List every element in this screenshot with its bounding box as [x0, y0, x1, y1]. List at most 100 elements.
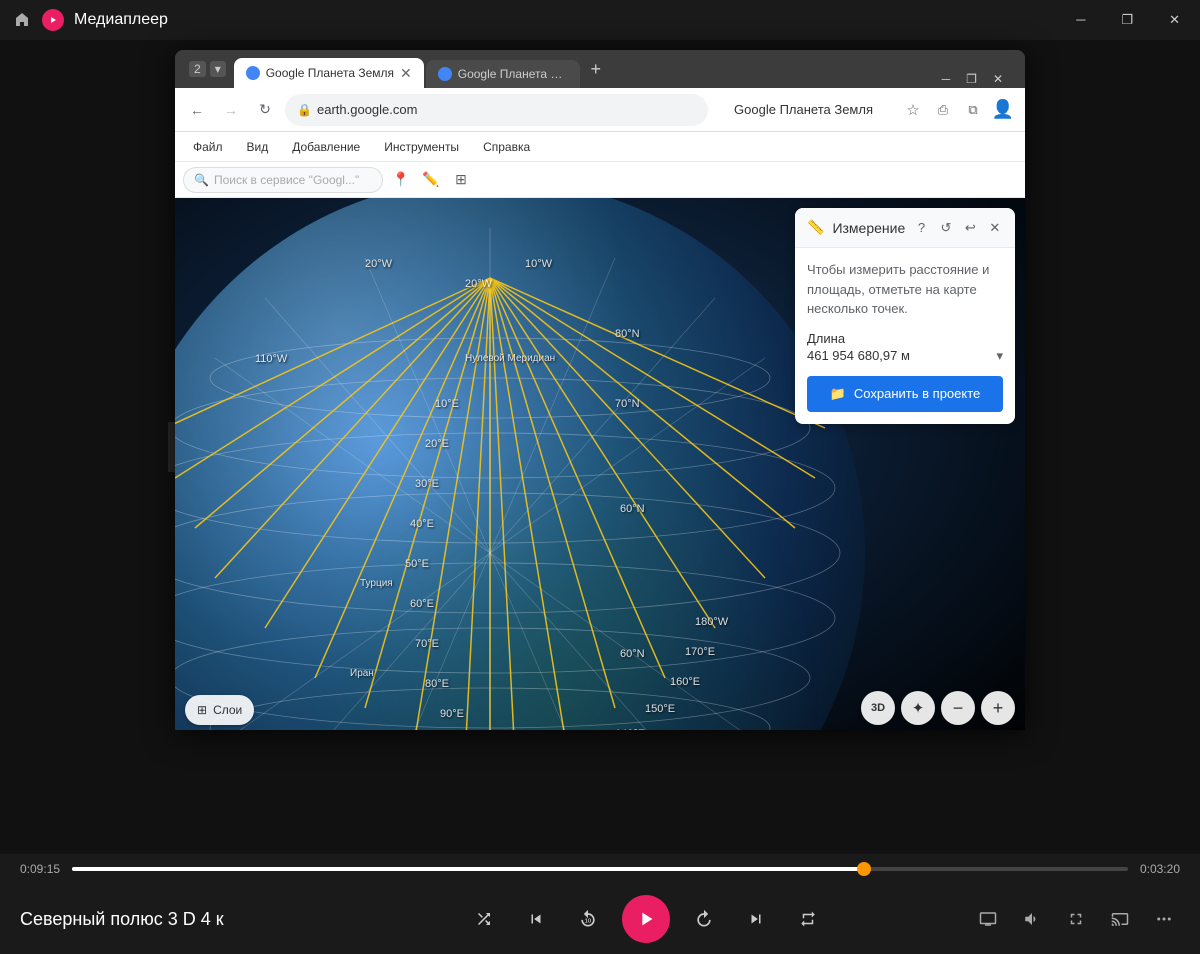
measurement-panel: 📏 Измерение ? ↺ ↩ ✕ Чтобы измерить расст…: [795, 208, 1015, 424]
right-controls: [972, 903, 1180, 935]
tab-favicon-1: [246, 66, 260, 80]
save-icon: 📁: [830, 386, 846, 402]
location-icon[interactable]: 📍: [389, 168, 413, 192]
ruler-icon[interactable]: ✏️: [419, 168, 443, 192]
minimize-tab-btn[interactable]: ─: [936, 70, 957, 88]
play-pause-button[interactable]: [622, 895, 670, 943]
browser-page-title: Google Планета Земля: [714, 102, 893, 117]
prev-button[interactable]: [518, 901, 554, 937]
cast-button[interactable]: [1104, 903, 1136, 935]
total-time: 0:03:20: [1140, 862, 1180, 876]
menu-help[interactable]: Справка: [473, 136, 540, 158]
browser-menubar: Файл Вид Добавление Инструменты Справка: [175, 132, 1025, 162]
browser-window: 2 ▾ Google Планета Земля ✕ Google Планет…: [175, 50, 1025, 730]
more-options-button[interactable]: [1148, 903, 1180, 935]
secure-icon: 🔒: [297, 103, 311, 117]
add-tab-button[interactable]: +: [582, 55, 610, 83]
tab-count-badge[interactable]: 2: [189, 61, 206, 77]
ruler-panel-icon: 📏: [807, 219, 824, 236]
home-icon[interactable]: [12, 10, 32, 30]
earth-search-box[interactable]: 🔍 Поиск в сервисе "Googl...": [183, 167, 383, 193]
tabs-left-controls: 2 ▾: [183, 57, 232, 81]
volume-button[interactable]: [1016, 903, 1048, 935]
length-dropdown-icon[interactable]: ▾: [996, 348, 1003, 364]
earth-view: 20°W 10°W Нулевой Меридиан 10°E 20°E 30°…: [175, 198, 1025, 730]
layers-button[interactable]: ⊞ Слои: [185, 695, 254, 725]
measurement-panel-header: 📏 Измерение ? ↺ ↩ ✕: [795, 208, 1015, 248]
save-to-project-button[interactable]: 📁 Сохранить в проекте: [807, 376, 1003, 412]
address-bar[interactable]: 🔒 earth.google.com: [285, 94, 708, 126]
progress-thumb[interactable]: [857, 862, 871, 876]
map-controls-right: 3D ✦ − +: [861, 691, 1015, 725]
menu-add[interactable]: Добавление: [282, 136, 370, 158]
zoom-in-button[interactable]: +: [981, 691, 1015, 725]
repeat-button[interactable]: [790, 901, 826, 937]
save-label: Сохранить в проекте: [854, 386, 980, 401]
browser-toolbar: ← → ↻ 🔒 earth.google.com Google Планета …: [175, 88, 1025, 132]
svg-text:10: 10: [585, 918, 592, 924]
measurement-refresh-button[interactable]: ↺: [938, 216, 954, 240]
forward-button[interactable]: [686, 901, 722, 937]
length-label: Длина: [807, 331, 1003, 346]
next-button[interactable]: [738, 901, 774, 937]
refresh-button[interactable]: ↻: [251, 96, 279, 124]
shuffle-button[interactable]: [466, 901, 502, 937]
compass-button[interactable]: ✦: [901, 691, 935, 725]
measurement-close-button[interactable]: ✕: [987, 216, 1003, 240]
close-button[interactable]: ✕: [1161, 8, 1188, 32]
playback-controls: 10: [466, 895, 826, 943]
restore-tab-btn[interactable]: ❐: [960, 70, 983, 88]
player-controls: 0:09:15 0:03:20 Северный полюс 3 D 4 к 1…: [0, 854, 1200, 954]
current-time: 0:09:15: [20, 862, 60, 876]
search-placeholder: Поиск в сервисе "Googl...": [214, 173, 359, 187]
length-value-row: 461 954 680,97 м ▾: [807, 348, 1003, 364]
measurement-help-button[interactable]: ?: [913, 216, 929, 240]
measurement-undo-button[interactable]: ↩: [962, 216, 978, 240]
measurement-panel-title: Измерение: [832, 220, 905, 236]
tab-favicon-2: [438, 67, 452, 81]
forward-button[interactable]: →: [217, 96, 245, 124]
tab-label-2: Google Планета Земля: [458, 67, 568, 81]
maximize-button[interactable]: ❐: [1113, 8, 1141, 32]
screen-mode-button[interactable]: [972, 903, 1004, 935]
layers-btn-icon: ⊞: [197, 703, 207, 717]
titlebar: Медиаплеер ─ ❐ ✕: [0, 0, 1200, 40]
browser-secondary-toolbar: 🔍 Поиск в сервисе "Googl..." 📍 ✏️ ⊞: [175, 162, 1025, 198]
tab-label-1: Google Планета Земля: [266, 66, 394, 80]
3d-button[interactable]: 3D: [861, 691, 895, 725]
back-button[interactable]: ←: [183, 96, 211, 124]
progress-bar-container: 0:09:15 0:03:20: [20, 854, 1180, 884]
close-tab-btn[interactable]: ✕: [987, 70, 1009, 88]
progress-track[interactable]: [72, 867, 1128, 871]
menu-tools[interactable]: Инструменты: [374, 136, 469, 158]
minimize-button[interactable]: ─: [1068, 8, 1093, 32]
measurement-hint: Чтобы измерить расстояние и площадь, отм…: [807, 260, 1003, 319]
tab-google-earth-1[interactable]: Google Планета Земля ✕: [234, 58, 424, 88]
titlebar-controls: ─ ❐ ✕: [1068, 8, 1188, 32]
layers-icon[interactable]: ⊞: [449, 168, 473, 192]
progress-fill: [72, 867, 864, 871]
earth-globe: [175, 198, 865, 730]
address-text: earth.google.com: [317, 102, 417, 117]
tab-close-1[interactable]: ✕: [400, 65, 412, 82]
share-button[interactable]: ⎙: [929, 96, 957, 124]
rewind-button[interactable]: 10: [570, 901, 606, 937]
length-value: 461 954 680,97 м: [807, 348, 910, 363]
fullscreen-button[interactable]: [1060, 903, 1092, 935]
zoom-out-button[interactable]: −: [941, 691, 975, 725]
search-icon: 🔍: [194, 173, 209, 187]
extension-button[interactable]: ⧉: [959, 96, 987, 124]
tab-google-earth-2[interactable]: Google Планета Земля: [426, 60, 580, 88]
account-button[interactable]: 👤: [989, 96, 1017, 124]
browser-tabs: 2 ▾ Google Планета Земля ✕ Google Планет…: [175, 50, 1025, 88]
earth-grid-svg: [175, 198, 865, 730]
main-content: › 2 ▾ Google Планета Земля ✕ Google План…: [0, 40, 1200, 854]
menu-file[interactable]: Файл: [183, 136, 233, 158]
bookmark-button[interactable]: ☆: [899, 96, 927, 124]
layers-btn-label: Слои: [213, 703, 242, 717]
toolbar-right-buttons: ☆ ⎙ ⧉ 👤: [899, 96, 1017, 124]
tabs-dropdown-btn[interactable]: ▾: [210, 61, 226, 77]
menu-view[interactable]: Вид: [237, 136, 279, 158]
track-title: Северный полюс 3 D 4 к: [20, 909, 320, 930]
tab-bar-right: ─ ❐ ✕: [612, 70, 1017, 88]
